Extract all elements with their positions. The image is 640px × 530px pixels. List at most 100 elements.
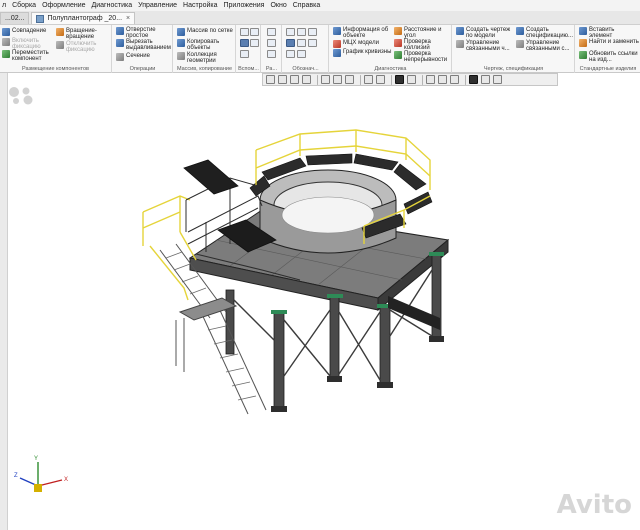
weld-icon[interactable]	[286, 50, 295, 58]
avito-watermark: Avito	[556, 490, 632, 520]
menu-bar: л Сборка Оформление Диагностика Управлен…	[0, 0, 640, 11]
aux-plane-icon[interactable]	[240, 39, 249, 47]
tab-document-1[interactable]: ...02...	[0, 12, 30, 24]
separator	[391, 74, 392, 85]
selection-icon[interactable]	[493, 75, 502, 84]
orientation-icon[interactable]	[333, 75, 342, 84]
zoom-icon[interactable]	[290, 75, 299, 84]
group-caption: Обознач...	[292, 66, 319, 72]
group-caption: Диагностика	[374, 66, 407, 72]
create-drawing-button[interactable]: Создать чертеж по модели	[456, 27, 514, 39]
zoom-window-icon[interactable]	[278, 75, 287, 84]
menu-item-assembly[interactable]: Сборка	[12, 2, 36, 9]
menu-item-manage[interactable]: Управление	[138, 2, 177, 9]
close-icon[interactable]: ×	[126, 15, 130, 22]
exclude-fixation-button[interactable]: Отключить фиксацию	[56, 41, 111, 53]
tab-label: ...02...	[5, 15, 25, 22]
chevron-down-icon[interactable]	[345, 75, 354, 84]
tab-document-2[interactable]: Полуплантограф _20... ×	[31, 12, 136, 24]
rotate-icon	[56, 28, 64, 36]
hide-icon[interactable]	[450, 75, 459, 84]
leader-icon[interactable]	[297, 28, 306, 36]
drawing-icon	[456, 27, 464, 35]
continuity-check-button[interactable]: Проверка непрерывности	[394, 51, 452, 63]
menu-item-help[interactable]: Справка	[293, 2, 320, 9]
platform-model	[19, 129, 450, 492]
ribbon-group-dimensions: Ра...	[262, 25, 282, 73]
mark-icon[interactable]	[297, 39, 306, 47]
note-icon[interactable]	[297, 50, 306, 58]
insert-element-button[interactable]: Вставить элемент	[579, 27, 639, 39]
object-info-button[interactable]: Информация об объекте	[333, 27, 393, 39]
ribbon-group-diagnostics: Информация об объекте МЦХ модели График …	[330, 25, 452, 73]
hole-icon	[116, 27, 124, 35]
geometry-collection-button[interactable]: Коллекция геометрии	[177, 52, 235, 64]
display-mode-icon[interactable]	[364, 75, 373, 84]
menu-item-diagnostics[interactable]: Диагностика	[92, 2, 133, 9]
include-fixation-button[interactable]: Включить фиксацию	[2, 38, 54, 50]
angle-dimension-icon[interactable]	[267, 39, 276, 47]
mass-properties-button[interactable]: МЦХ модели	[333, 40, 393, 48]
column-bases	[271, 336, 444, 412]
match-button[interactable]: Совпадение	[2, 28, 54, 36]
ribbon-group-standard-parts: Вставить элемент Найти и заменить Обнови…	[576, 25, 640, 73]
rotate-view-icon[interactable]	[321, 75, 330, 84]
collision-check-button[interactable]: Проверка коллизий	[394, 39, 452, 51]
grid-array-button[interactable]: Массив по сетке	[177, 28, 235, 36]
section-button[interactable]: Сечение	[116, 53, 172, 61]
update-links-button[interactable]: Обновить ссылки на изд...	[579, 51, 639, 63]
aux-point-icon[interactable]	[240, 28, 249, 36]
find-replace-button[interactable]: Найти и заменить	[579, 39, 639, 47]
tolerance-icon[interactable]	[308, 28, 317, 36]
match-icon	[2, 28, 10, 36]
menu-item-settings[interactable]: Настройка	[183, 2, 217, 9]
ribbon-toolbar: Совпадение Включить фиксацию Переместить…	[0, 25, 640, 73]
base-icon[interactable]	[286, 39, 295, 47]
curvature-graph-button[interactable]: График кривизны	[333, 49, 393, 57]
chevron-down-icon[interactable]	[438, 75, 447, 84]
create-spec-button[interactable]: Создать спецификацию...	[516, 27, 574, 39]
extrude-cut-button[interactable]: Вырезать выдавливанием	[116, 39, 172, 51]
ribbon-group-auxiliary: Вспом...	[237, 25, 261, 73]
menu-item-apps[interactable]: Приложения	[224, 2, 265, 9]
chevron-down-icon[interactable]	[376, 75, 385, 84]
avito-logo-icon	[9, 87, 33, 105]
distance-angle-button[interactable]: Расстояние и угол	[394, 27, 452, 39]
3d-viewport[interactable]: Y X Z Avito	[8, 86, 640, 530]
axis-label-x: X	[64, 477, 69, 483]
menu-item-0[interactable]: л	[2, 2, 6, 9]
axis-label-y: Y	[34, 456, 39, 462]
section-view-icon[interactable]	[426, 75, 435, 84]
move-component-button[interactable]: Переместить компонент	[2, 50, 54, 62]
manage-linked-specs-button[interactable]: Управление связанными с...	[516, 40, 574, 52]
menu-item-drafting[interactable]: Оформление	[42, 2, 85, 9]
perspective-icon[interactable]	[407, 75, 416, 84]
spec-icon	[516, 27, 524, 35]
aux-axis-icon[interactable]	[250, 28, 259, 36]
pan-icon[interactable]	[302, 75, 311, 84]
distance-icon	[394, 27, 402, 35]
dimension-icon[interactable]	[267, 28, 276, 36]
radius-dimension-icon[interactable]	[267, 50, 276, 58]
extrude-cut-icon	[116, 39, 124, 47]
menu-item-window[interactable]: Окно	[270, 2, 286, 9]
rotate-button[interactable]: Вращение-вращение	[56, 28, 111, 40]
zoom-fit-icon[interactable]	[266, 75, 275, 84]
position-icon[interactable]	[308, 39, 317, 47]
filter-icon[interactable]	[469, 75, 478, 84]
chevron-down-icon[interactable]	[481, 75, 490, 84]
group-caption: Чертеж, спецификация	[483, 66, 544, 72]
beam-top-left	[183, 159, 239, 195]
group-caption: Операции	[129, 66, 156, 72]
copy-objects-button[interactable]: Копировать объекты	[177, 39, 235, 51]
ribbon-group-operations: Отверстие простое Вырезать выдавливанием…	[113, 25, 173, 73]
aux-sketch-icon[interactable]	[240, 50, 249, 58]
roughness-icon[interactable]	[286, 28, 295, 36]
lock-icon	[2, 38, 10, 46]
manage-linked-drawings-button[interactable]: Управление связанными ч...	[456, 40, 514, 52]
simple-hole-button[interactable]: Отверстие простое	[116, 27, 172, 39]
aux-line-icon[interactable]	[250, 39, 259, 47]
shaded-edges-icon[interactable]	[395, 75, 404, 84]
group-caption: Стандартные изделия	[579, 66, 637, 72]
linked-drawings-icon	[456, 40, 464, 48]
